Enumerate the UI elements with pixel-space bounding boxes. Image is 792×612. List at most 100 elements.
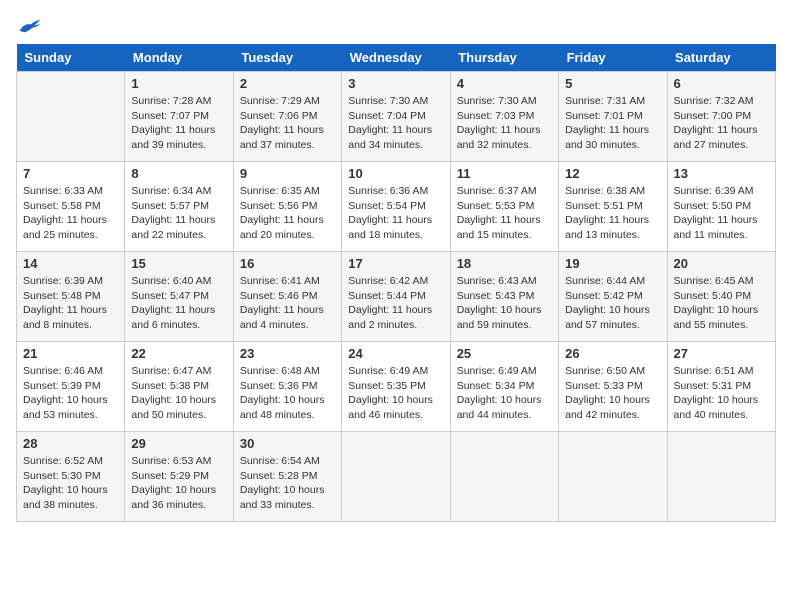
day-number: 1 [131, 76, 226, 91]
calendar-cell: 23 Sunrise: 6:48 AM Sunset: 5:36 PM Dayli… [233, 342, 341, 432]
day-number: 23 [240, 346, 335, 361]
day-info: Sunrise: 6:51 AM Sunset: 5:31 PM Dayligh… [674, 364, 769, 423]
day-number: 10 [348, 166, 443, 181]
day-number: 11 [457, 166, 552, 181]
day-info: Sunrise: 6:43 AM Sunset: 5:43 PM Dayligh… [457, 274, 552, 333]
calendar-cell: 21 Sunrise: 6:46 AM Sunset: 5:39 PM Dayli… [17, 342, 125, 432]
calendar-cell: 24Sunrise: 6:49 AM Sunset: 5:35 PM Dayli… [342, 342, 450, 432]
day-info: Sunrise: 6:38 AM Sunset: 5:51 PM Dayligh… [565, 184, 660, 243]
day-number: 29 [131, 436, 226, 451]
calendar-cell: 5 Sunrise: 7:31 AM Sunset: 7:01 PM Daylig… [559, 72, 667, 162]
calendar-cell [450, 432, 558, 522]
day-number: 13 [674, 166, 769, 181]
day-number: 26 [565, 346, 660, 361]
day-number: 12 [565, 166, 660, 181]
calendar-cell: 11 Sunrise: 6:37 AM Sunset: 5:53 PM Dayli… [450, 162, 558, 252]
calendar-cell: 2 Sunrise: 7:29 AM Sunset: 7:06 PM Daylig… [233, 72, 341, 162]
calendar-cell: 10 Sunrise: 6:36 AM Sunset: 5:54 PM Dayli… [342, 162, 450, 252]
calendar-cell [667, 432, 775, 522]
day-info: Sunrise: 6:39 AM Sunset: 5:50 PM Dayligh… [674, 184, 769, 243]
calendar-cell [342, 432, 450, 522]
calendar-cell: 16 Sunrise: 6:41 AM Sunset: 5:46 PM Dayli… [233, 252, 341, 342]
day-number: 25 [457, 346, 552, 361]
day-number: 18 [457, 256, 552, 271]
day-number: 15 [131, 256, 226, 271]
day-number: 7 [23, 166, 118, 181]
calendar-cell: 9Sunrise: 6:35 AM Sunset: 5:56 PM Daylig… [233, 162, 341, 252]
calendar-table: SundayMondayTuesdayWednesdayThursdayFrid… [16, 44, 776, 522]
day-info: Sunrise: 6:42 AM Sunset: 5:44 PM Dayligh… [348, 274, 443, 333]
day-info: Sunrise: 6:52 AM Sunset: 5:30 PM Dayligh… [23, 454, 118, 513]
calendar-cell: 28 Sunrise: 6:52 AM Sunset: 5:30 PM Dayli… [17, 432, 125, 522]
day-info: Sunrise: 7:31 AM Sunset: 7:01 PM Dayligh… [565, 94, 660, 153]
calendar-cell: 20Sunrise: 6:45 AM Sunset: 5:40 PM Dayli… [667, 252, 775, 342]
calendar-cell: 6 Sunrise: 7:32 AM Sunset: 7:00 PM Daylig… [667, 72, 775, 162]
day-info: Sunrise: 6:40 AM Sunset: 5:47 PM Dayligh… [131, 274, 226, 333]
day-number: 19 [565, 256, 660, 271]
day-info: Sunrise: 6:35 AM Sunset: 5:56 PM Dayligh… [240, 184, 335, 243]
day-info: Sunrise: 7:29 AM Sunset: 7:06 PM Dayligh… [240, 94, 335, 153]
column-header-thursday: Thursday [450, 44, 558, 72]
day-number: 21 [23, 346, 118, 361]
column-headers-row: SundayMondayTuesdayWednesdayThursdayFrid… [17, 44, 776, 72]
day-info: Sunrise: 7:30 AM Sunset: 7:04 PM Dayligh… [348, 94, 443, 153]
day-number: 17 [348, 256, 443, 271]
day-number: 28 [23, 436, 118, 451]
calendar-cell: 17 Sunrise: 6:42 AM Sunset: 5:44 PM Dayli… [342, 252, 450, 342]
week-row-2: 7 Sunrise: 6:33 AM Sunset: 5:58 PM Daylig… [17, 162, 776, 252]
calendar-cell [559, 432, 667, 522]
day-number: 22 [131, 346, 226, 361]
logo [16, 16, 42, 36]
day-info: Sunrise: 6:49 AM Sunset: 5:34 PM Dayligh… [457, 364, 552, 423]
day-info: Sunrise: 7:30 AM Sunset: 7:03 PM Dayligh… [457, 94, 552, 153]
day-info: Sunrise: 6:50 AM Sunset: 5:33 PM Dayligh… [565, 364, 660, 423]
week-row-4: 21 Sunrise: 6:46 AM Sunset: 5:39 PM Dayli… [17, 342, 776, 432]
column-header-tuesday: Tuesday [233, 44, 341, 72]
calendar-cell: 13 Sunrise: 6:39 AM Sunset: 5:50 PM Dayli… [667, 162, 775, 252]
day-info: Sunrise: 6:36 AM Sunset: 5:54 PM Dayligh… [348, 184, 443, 243]
day-number: 4 [457, 76, 552, 91]
day-info: Sunrise: 6:46 AM Sunset: 5:39 PM Dayligh… [23, 364, 118, 423]
day-number: 6 [674, 76, 769, 91]
day-info: Sunrise: 6:37 AM Sunset: 5:53 PM Dayligh… [457, 184, 552, 243]
column-header-monday: Monday [125, 44, 233, 72]
day-number: 27 [674, 346, 769, 361]
day-info: Sunrise: 6:41 AM Sunset: 5:46 PM Dayligh… [240, 274, 335, 333]
calendar-cell: 25 Sunrise: 6:49 AM Sunset: 5:34 PM Dayli… [450, 342, 558, 432]
calendar-cell: 27 Sunrise: 6:51 AM Sunset: 5:31 PM Dayli… [667, 342, 775, 432]
day-number: 16 [240, 256, 335, 271]
calendar-cell: 14 Sunrise: 6:39 AM Sunset: 5:48 PM Dayli… [17, 252, 125, 342]
week-row-3: 14 Sunrise: 6:39 AM Sunset: 5:48 PM Dayli… [17, 252, 776, 342]
calendar-cell: 19 Sunrise: 6:44 AM Sunset: 5:42 PM Dayli… [559, 252, 667, 342]
column-header-saturday: Saturday [667, 44, 775, 72]
day-info: Sunrise: 6:39 AM Sunset: 5:48 PM Dayligh… [23, 274, 118, 333]
day-info: Sunrise: 6:54 AM Sunset: 5:28 PM Dayligh… [240, 454, 335, 513]
day-number: 30 [240, 436, 335, 451]
day-info: Sunrise: 6:48 AM Sunset: 5:36 PM Dayligh… [240, 364, 335, 423]
day-info: Sunrise: 6:44 AM Sunset: 5:42 PM Dayligh… [565, 274, 660, 333]
page-header [16, 16, 776, 36]
calendar-cell: 15 Sunrise: 6:40 AM Sunset: 5:47 PM Dayli… [125, 252, 233, 342]
day-number: 5 [565, 76, 660, 91]
day-info: Sunrise: 6:34 AM Sunset: 5:57 PM Dayligh… [131, 184, 226, 243]
day-info: Sunrise: 6:49 AM Sunset: 5:35 PM Dayligh… [348, 364, 443, 423]
day-info: Sunrise: 6:47 AM Sunset: 5:38 PM Dayligh… [131, 364, 226, 423]
calendar-cell: 1 Sunrise: 7:28 AM Sunset: 7:07 PM Daylig… [125, 72, 233, 162]
column-header-friday: Friday [559, 44, 667, 72]
day-info: Sunrise: 7:28 AM Sunset: 7:07 PM Dayligh… [131, 94, 226, 153]
calendar-cell: 7 Sunrise: 6:33 AM Sunset: 5:58 PM Daylig… [17, 162, 125, 252]
logo-bird-icon [18, 16, 42, 36]
day-number: 14 [23, 256, 118, 271]
column-header-wednesday: Wednesday [342, 44, 450, 72]
day-number: 8 [131, 166, 226, 181]
calendar-cell: 3Sunrise: 7:30 AM Sunset: 7:04 PM Daylig… [342, 72, 450, 162]
calendar-cell: 29Sunrise: 6:53 AM Sunset: 5:29 PM Dayli… [125, 432, 233, 522]
calendar-cell: 18 Sunrise: 6:43 AM Sunset: 5:43 PM Dayli… [450, 252, 558, 342]
calendar-cell [17, 72, 125, 162]
calendar-cell: 26 Sunrise: 6:50 AM Sunset: 5:33 PM Dayli… [559, 342, 667, 432]
day-info: Sunrise: 7:32 AM Sunset: 7:00 PM Dayligh… [674, 94, 769, 153]
day-number: 2 [240, 76, 335, 91]
day-info: Sunrise: 6:33 AM Sunset: 5:58 PM Dayligh… [23, 184, 118, 243]
calendar-cell: 4 Sunrise: 7:30 AM Sunset: 7:03 PM Daylig… [450, 72, 558, 162]
calendar-cell: 30 Sunrise: 6:54 AM Sunset: 5:28 PM Dayli… [233, 432, 341, 522]
